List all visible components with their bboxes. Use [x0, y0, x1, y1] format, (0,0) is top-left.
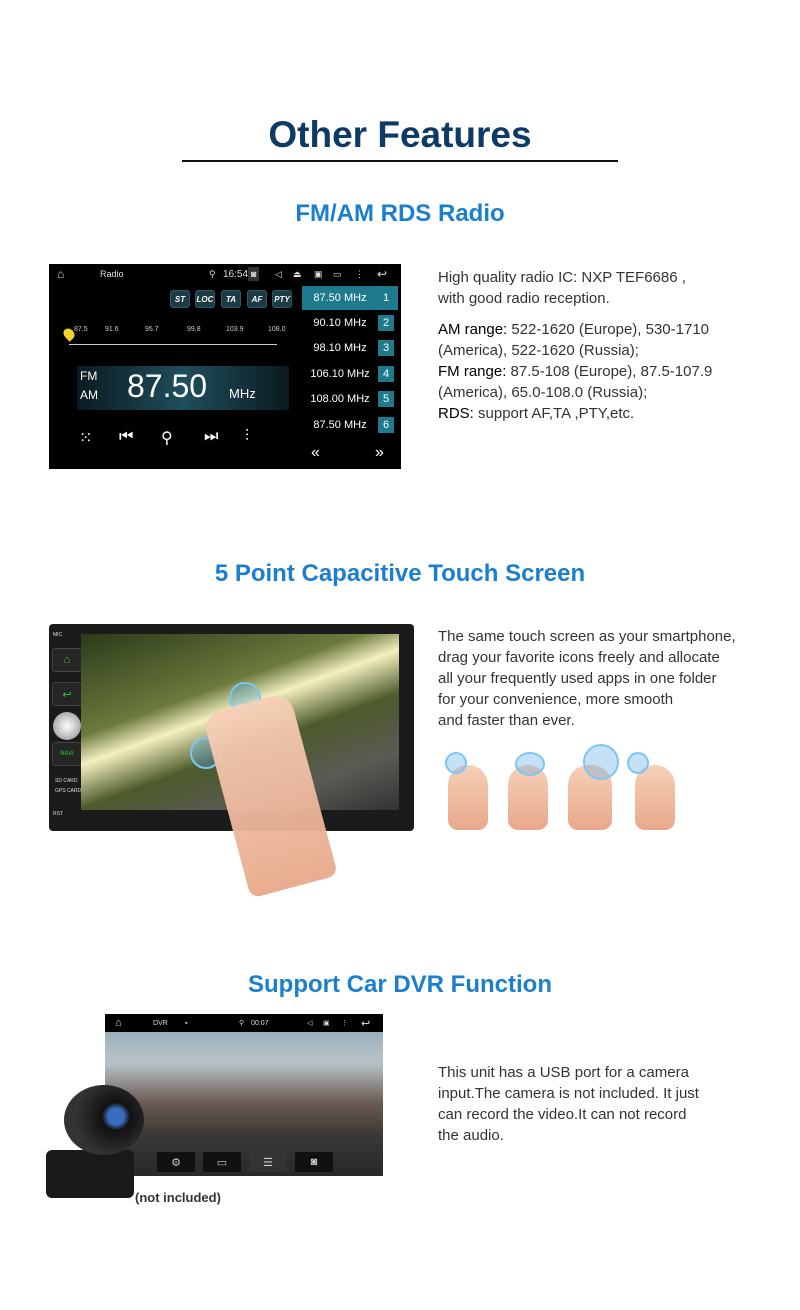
touch-ripple	[515, 752, 545, 776]
scale-label: 99.8	[187, 326, 201, 333]
back-icon: ↩	[52, 682, 82, 706]
screen-icon[interactable]: ▣	[323, 1019, 330, 1027]
status-bar: ⌂ DVR ▪ ⚲ 00:07 ◁ ▣ ⋮ ↩	[105, 1014, 383, 1032]
touch-ripple	[445, 752, 467, 774]
touch-ripple	[583, 744, 619, 780]
volume-icon[interactable]: ◁	[307, 1019, 312, 1027]
window-icon[interactable]: ▭	[333, 269, 342, 280]
preset-5[interactable]: 108.00 MHz 5	[302, 387, 398, 411]
scale-label: 87.5	[74, 326, 88, 333]
gesture-tap-icon	[448, 765, 488, 830]
clock: 00:07	[251, 1019, 269, 1027]
preset-1[interactable]: 87.50 MHz 1	[302, 286, 398, 310]
radio-description: High quality radio IC: NXP TEF6686 , wit…	[438, 269, 713, 422]
ta-button[interactable]: TA	[221, 290, 241, 308]
app-title: DVR	[153, 1019, 168, 1027]
camera-base	[46, 1150, 134, 1198]
gesture-swipe-icon	[635, 765, 675, 830]
scale-label: 103.9	[226, 326, 244, 333]
preset-4[interactable]: 106.10 MHz 4	[302, 362, 398, 386]
eject-icon[interactable]: ⏏	[293, 269, 302, 280]
app-title: Radio	[100, 269, 124, 279]
scale-label: 91.6	[105, 326, 119, 333]
search-icon[interactable]: ⚲	[161, 428, 173, 448]
status-bar: ⌂ Radio ⚲ 16:54 ◙ ◁ ⏏ ▣ ▭ ⋮ ↩	[57, 267, 388, 281]
menu-icon[interactable]: ⋮	[341, 1019, 348, 1027]
back-icon[interactable]: ↩	[361, 1017, 370, 1030]
camera-icon[interactable]: ◙	[295, 1152, 333, 1172]
touch-heading: 5 Point Capacitive Touch Screen	[214, 560, 586, 587]
frequency-value: 87.50	[127, 368, 208, 404]
page-right-icon[interactable]: »	[375, 444, 384, 462]
navi-button: NAVI	[52, 742, 82, 766]
page-title: Other Features	[268, 114, 532, 155]
radio-heading: FM/AM RDS Radio	[295, 200, 505, 227]
back-icon[interactable]: ↩	[377, 267, 387, 281]
menu-icon[interactable]: ⋮	[355, 269, 364, 280]
clock: 16:54	[223, 268, 249, 280]
tuning-slider[interactable]	[69, 344, 277, 345]
image-icon: ▪	[185, 1019, 188, 1027]
volume-icon[interactable]: ◁	[275, 269, 282, 280]
preset-3[interactable]: 98.10 MHz 3	[302, 336, 398, 360]
touch-description: The same touch screen as your smartphone…	[438, 628, 736, 729]
home-icon: ⌂	[52, 648, 82, 672]
radio-screen: ⌂ Radio ⚲ 16:54 ◙ ◁ ⏏ ▣ ▭ ⋮ ↩ ST LOC TA …	[49, 264, 401, 469]
settings-icon[interactable]: ⚙	[157, 1152, 195, 1172]
st-button[interactable]: ST	[170, 290, 190, 308]
preset-6[interactable]: 87.50 MHz 6	[302, 413, 398, 437]
equalizer-icon[interactable]: ⫶	[245, 428, 249, 446]
scale-label: 95.7	[145, 326, 159, 333]
title-divider	[182, 160, 618, 162]
pty-button[interactable]: PTY	[272, 290, 292, 308]
grid-icon[interactable]: ⁙	[79, 428, 92, 448]
af-button[interactable]: AF	[247, 290, 267, 308]
frequency-display: FM AM 87.50 MHz	[77, 366, 289, 410]
dvr-camera-image	[64, 1085, 144, 1155]
preset-2[interactable]: 90.10 MHz 2	[302, 311, 398, 335]
loc-button[interactable]: LOC	[195, 290, 215, 308]
home-icon[interactable]: ⌂	[57, 267, 64, 281]
volume-knob	[53, 712, 81, 740]
not-included-caption: (not included)	[135, 1190, 221, 1205]
list-icon[interactable]: ☰	[249, 1152, 287, 1172]
fm-band[interactable]: FM	[80, 369, 97, 383]
frequency-unit: MHz	[229, 386, 256, 401]
touch-ripple	[627, 752, 649, 774]
screen-icon[interactable]: ▣	[314, 269, 323, 280]
camera-icon[interactable]: ◙	[248, 267, 260, 281]
scale-label: 108.0	[268, 326, 286, 333]
previous-icon[interactable]: ⏮	[119, 428, 133, 446]
dvr-screen: ⌂ DVR ▪ ⚲ 00:07 ◁ ▣ ⋮ ↩ ⚙ ▭ ☰ ◙	[105, 1014, 383, 1176]
next-icon[interactable]: ⏭	[204, 428, 218, 446]
page-left-icon[interactable]: «	[311, 444, 320, 462]
home-icon[interactable]: ⌂	[115, 1017, 122, 1029]
dvr-description: This unit has a USB port for a camera inp…	[438, 1064, 699, 1144]
record-icon[interactable]: ▭	[203, 1152, 241, 1172]
location-icon: ⚲	[239, 1020, 245, 1027]
dvr-heading: Support Car DVR Function	[248, 971, 552, 998]
am-band[interactable]: AM	[80, 388, 98, 402]
